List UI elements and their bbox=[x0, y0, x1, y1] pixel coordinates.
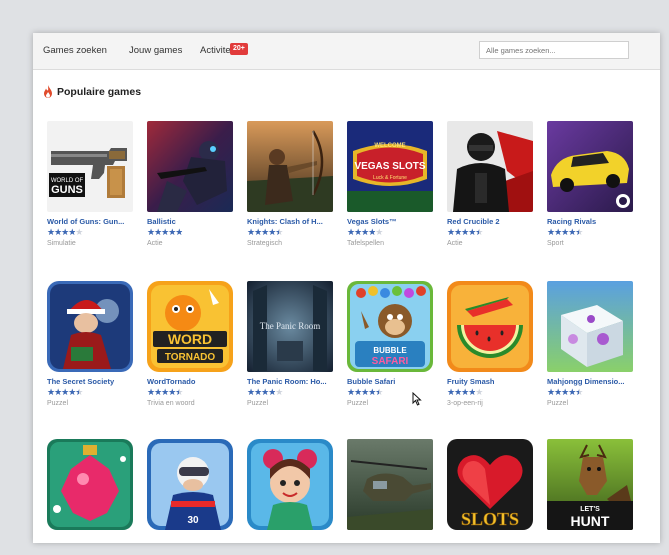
thumb-text: WELCOME bbox=[374, 143, 405, 149]
rating-stars: ★★★★★★★★★★ bbox=[147, 227, 183, 237]
rating-stars: ★★★★★★★★★★ bbox=[547, 387, 583, 397]
gun-icon: WORLD OF GUNS bbox=[47, 121, 133, 212]
game-category: 3-op-een-rij bbox=[447, 400, 483, 407]
thumb-text: The Panic Room bbox=[260, 321, 321, 331]
thumb-text: BUBBLE bbox=[373, 346, 407, 355]
game-category: Puzzel bbox=[547, 400, 569, 407]
rating-stars: ★★★★★★★★★★ bbox=[447, 387, 483, 397]
game-name[interactable]: World of Guns: Gun... bbox=[47, 217, 133, 226]
cartoon-girl-icon bbox=[247, 439, 333, 530]
nav-your-games[interactable]: Jouw games bbox=[129, 45, 182, 56]
thumb-text: SLOTS bbox=[461, 509, 519, 529]
game-name[interactable]: Racing Rivals bbox=[547, 217, 633, 226]
thumb-text: GUNS bbox=[51, 184, 83, 196]
thumb-text: HUNT bbox=[571, 513, 610, 529]
search-games-input[interactable] bbox=[479, 41, 629, 59]
game-name[interactable]: The Secret Society bbox=[47, 377, 133, 386]
game-name[interactable]: Vegas Slots™ bbox=[347, 217, 433, 226]
santa-icon bbox=[47, 281, 133, 372]
game-name[interactable]: Fruity Smash bbox=[447, 377, 533, 386]
thumb-text: TORNADO bbox=[165, 352, 216, 363]
thumb-text: LET'S bbox=[580, 506, 600, 513]
games-window: Games zoeken Jouw games Activiteit 20+ P… bbox=[33, 33, 660, 543]
heart-slots-icon: SLOTS bbox=[447, 439, 533, 530]
top-nav-bar: Games zoeken Jouw games Activiteit 20+ bbox=[33, 33, 660, 70]
fire-icon bbox=[44, 85, 52, 98]
rating-stars: ★★★★★★★★★★ bbox=[247, 387, 283, 397]
game-category: Simulatie bbox=[47, 240, 76, 247]
thumb-text: VEGAS SLOTS bbox=[354, 161, 425, 172]
rating-stars: ★★★★★★★★★★ bbox=[147, 387, 183, 397]
monkey-icon: BUBBLE SAFARI bbox=[347, 281, 433, 372]
game-name[interactable]: Bubble Safari bbox=[347, 377, 433, 386]
mahjongg-cube-icon bbox=[547, 281, 633, 372]
mouse-cursor-icon bbox=[412, 392, 422, 406]
game-category: Actie bbox=[447, 240, 463, 247]
thumb-text: Luck & Fortune bbox=[373, 175, 407, 181]
game-category: Actie bbox=[147, 240, 163, 247]
soldier-mask-icon bbox=[447, 121, 533, 212]
section-title: Populaire games bbox=[57, 86, 142, 98]
vegas-slots-icon: WELCOME VEGAS SLOTS Luck & Fortune bbox=[347, 121, 433, 212]
rating-stars: ★★★★★★★★★★ bbox=[247, 227, 283, 237]
soldier-icon bbox=[147, 121, 233, 212]
activity-badge: 20+ bbox=[230, 43, 248, 55]
rating-stars: ★★★★★★★★★★ bbox=[547, 227, 583, 237]
game-name[interactable]: Ballistic bbox=[147, 217, 233, 226]
nav-search-games[interactable]: Games zoeken bbox=[43, 45, 107, 56]
watermelon-icon bbox=[447, 281, 533, 372]
game-name[interactable]: The Panic Room: Ho... bbox=[247, 377, 333, 386]
helicopter-icon bbox=[347, 439, 433, 530]
panic-room-icon: The Panic Room bbox=[247, 281, 333, 372]
game-category: Puzzel bbox=[47, 400, 69, 407]
game-category: Puzzel bbox=[347, 400, 369, 407]
game-category: Strategisch bbox=[247, 240, 283, 247]
svg-text:30: 30 bbox=[187, 515, 199, 526]
deer-hunt-icon: LET'S HUNT bbox=[547, 439, 633, 530]
archer-icon bbox=[247, 121, 333, 212]
word-tornado-icon: WORD TORNADO bbox=[147, 281, 233, 372]
rating-stars: ★★★★★★★★★★ bbox=[47, 387, 83, 397]
rating-stars: ★★★★★★★★★★ bbox=[447, 227, 483, 237]
rating-stars: ★★★★★★★★★★ bbox=[347, 227, 383, 237]
game-category: Tafelspellen bbox=[347, 240, 384, 247]
rating-stars: ★★★★★★★★★★ bbox=[47, 227, 83, 237]
game-category: Sport bbox=[547, 240, 564, 247]
game-category: Trivia en woord bbox=[147, 400, 195, 407]
thumb-text: WORD bbox=[168, 331, 212, 347]
rating-stars: ★★★★★★★★★★ bbox=[347, 387, 383, 397]
race-car-icon bbox=[547, 121, 633, 212]
game-name[interactable]: Red Crucible 2 bbox=[447, 217, 533, 226]
game-name[interactable]: WordTornado bbox=[147, 377, 233, 386]
ski-jumper-icon: 30 bbox=[147, 439, 233, 530]
game-name[interactable]: Mahjongg Dimensio... bbox=[547, 377, 633, 386]
game-category: Puzzel bbox=[247, 400, 269, 407]
christmas-ornament-icon bbox=[47, 439, 133, 530]
thumb-text: SAFARI bbox=[372, 356, 409, 367]
game-name[interactable]: Knights: Clash of H... bbox=[247, 217, 333, 226]
